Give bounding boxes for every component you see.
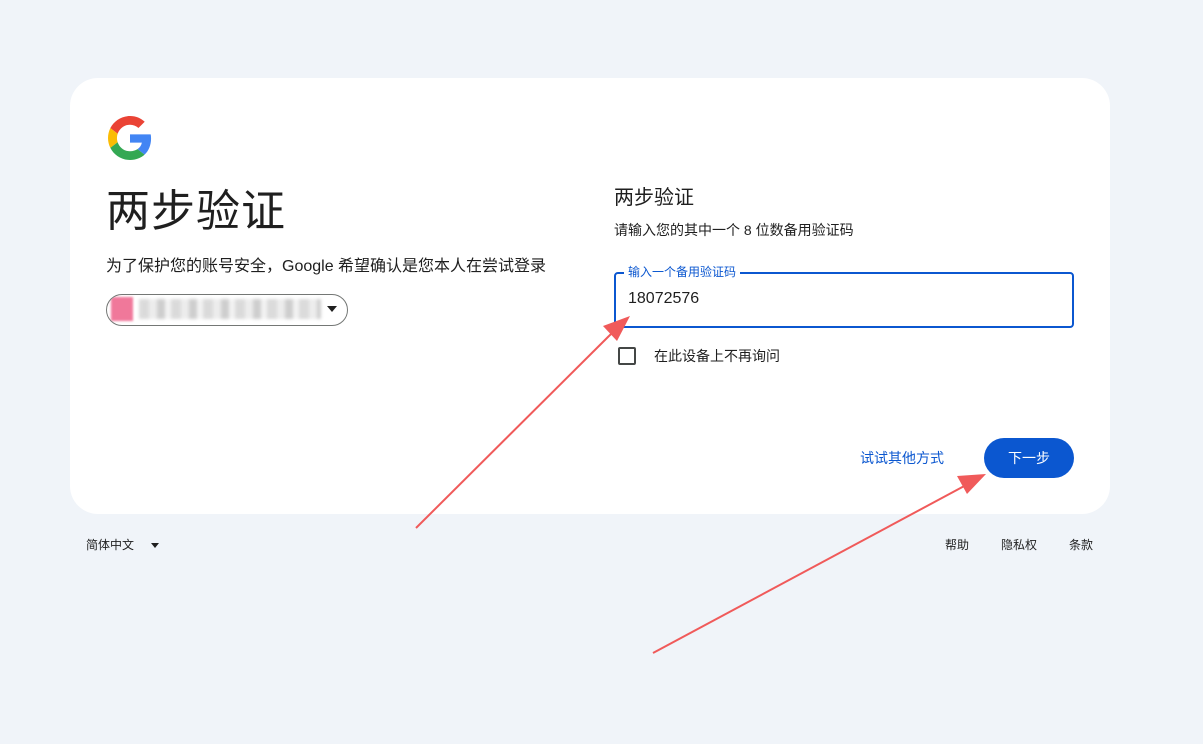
chevron-down-icon[interactable]: [151, 543, 159, 548]
instruction-text: 请输入您的其中一个 8 位数备用验证码: [614, 222, 854, 238]
language-selector[interactable]: 简体中文: [86, 537, 134, 553]
dont-ask-again-label[interactable]: 在此设备上不再询问: [654, 347, 780, 365]
chevron-down-icon: [327, 306, 337, 312]
footer-help-link[interactable]: 帮助: [945, 537, 969, 553]
account-email-redacted: [139, 299, 321, 319]
footer-privacy-link[interactable]: 隐私权: [1001, 537, 1037, 553]
avatar: [111, 297, 133, 321]
dont-ask-again-checkbox[interactable]: [618, 347, 636, 365]
signin-card: 两步验证 为了保护您的账号安全，Google 希望确认是您本人在尝试登录 两步验…: [70, 78, 1110, 514]
account-chip[interactable]: [106, 294, 348, 326]
next-button[interactable]: 下一步: [984, 438, 1074, 478]
footer-terms-link[interactable]: 条款: [1069, 537, 1093, 553]
page-subtitle: 为了保护您的账号安全，Google 希望确认是您本人在尝试登录: [106, 258, 547, 275]
backup-code-field[interactable]: 输入一个备用验证码: [614, 265, 1074, 328]
backup-code-input[interactable]: [628, 286, 1048, 312]
page-title: 两步验证: [106, 187, 286, 236]
google-logo-icon: [108, 116, 152, 160]
backup-code-label: 输入一个备用验证码: [624, 265, 741, 279]
try-another-way-link[interactable]: 试试其他方式: [860, 449, 944, 467]
section-title: 两步验证: [614, 187, 694, 209]
